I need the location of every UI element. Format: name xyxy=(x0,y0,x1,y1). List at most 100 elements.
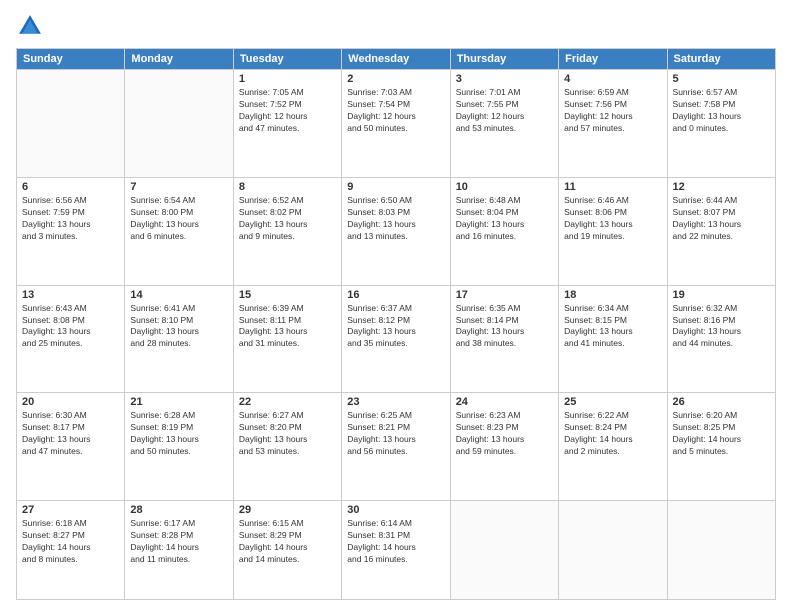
day-info: Sunrise: 6:46 AM Sunset: 8:06 PM Dayligh… xyxy=(564,195,661,243)
day-cell: 16Sunrise: 6:37 AM Sunset: 8:12 PM Dayli… xyxy=(342,285,450,393)
day-cell: 14 Sunrise: 6:41 AM Sunset: 8:10 PM Dayli… xyxy=(125,285,233,393)
day-info: Sunrise: 7:03 AM Sunset: 7:54 PM Dayligh… xyxy=(347,87,444,135)
day-cell: 18 Sunrise: 6:34 AM Sunset: 8:15 PM Dayli… xyxy=(559,285,667,393)
week-row-1: 1 Sunrise: 7:05 AM Sunset: 7:52 PM Daylig… xyxy=(17,70,776,178)
week-row-2: 6Sunrise: 6:56 AM Sunset: 7:59 PM Daylig… xyxy=(17,177,776,285)
day-info: Sunrise: 6:15 AM Sunset: 8:29 PM Dayligh… xyxy=(239,518,336,566)
weekday-header-friday: Friday xyxy=(559,49,667,70)
day-number: 4 xyxy=(564,73,661,85)
day-number: 12 xyxy=(673,181,770,193)
day-number: 24 xyxy=(456,396,553,408)
day-info: Sunrise: 6:22 AM Sunset: 8:24 PM Dayligh… xyxy=(564,410,661,458)
day-info: Sunrise: 6:37 AM Sunset: 8:12 PM Dayligh… xyxy=(347,303,444,351)
weekday-header-thursday: Thursday xyxy=(450,49,558,70)
day-cell xyxy=(125,70,233,178)
day-cell: 24 Sunrise: 6:23 AM Sunset: 8:23 PM Dayli… xyxy=(450,393,558,501)
day-cell: 3Sunrise: 7:01 AM Sunset: 7:55 PM Daylig… xyxy=(450,70,558,178)
day-number: 3 xyxy=(456,73,553,85)
day-number: 17 xyxy=(456,289,553,301)
day-info: Sunrise: 7:05 AM Sunset: 7:52 PM Dayligh… xyxy=(239,87,336,135)
week-row-3: 13Sunrise: 6:43 AM Sunset: 8:08 PM Dayli… xyxy=(17,285,776,393)
day-cell: 13Sunrise: 6:43 AM Sunset: 8:08 PM Dayli… xyxy=(17,285,125,393)
day-cell: 2 Sunrise: 7:03 AM Sunset: 7:54 PM Daylig… xyxy=(342,70,450,178)
day-cell: 7 Sunrise: 6:54 AM Sunset: 8:00 PM Daylig… xyxy=(125,177,233,285)
day-cell: 20 Sunrise: 6:30 AM Sunset: 8:17 PM Dayli… xyxy=(17,393,125,501)
day-cell xyxy=(559,501,667,600)
day-number: 18 xyxy=(564,289,661,301)
logo xyxy=(16,12,48,40)
day-info: Sunrise: 6:23 AM Sunset: 8:23 PM Dayligh… xyxy=(456,410,553,458)
day-cell: 27 Sunrise: 6:18 AM Sunset: 8:27 PM Dayli… xyxy=(17,501,125,600)
weekday-header-wednesday: Wednesday xyxy=(342,49,450,70)
day-cell xyxy=(17,70,125,178)
week-row-4: 20 Sunrise: 6:30 AM Sunset: 8:17 PM Dayli… xyxy=(17,393,776,501)
day-info: Sunrise: 6:35 AM Sunset: 8:14 PM Dayligh… xyxy=(456,303,553,351)
day-info: Sunrise: 6:25 AM Sunset: 8:21 PM Dayligh… xyxy=(347,410,444,458)
day-cell: 19 Sunrise: 6:32 AM Sunset: 8:16 PM Dayli… xyxy=(667,285,775,393)
day-number: 27 xyxy=(22,504,119,516)
day-number: 23 xyxy=(347,396,444,408)
day-cell: 11 Sunrise: 6:46 AM Sunset: 8:06 PM Dayli… xyxy=(559,177,667,285)
header xyxy=(16,12,776,40)
day-cell: 4 Sunrise: 6:59 AM Sunset: 7:56 PM Daylig… xyxy=(559,70,667,178)
day-number: 30 xyxy=(347,504,444,516)
day-cell xyxy=(667,501,775,600)
day-cell: 9Sunrise: 6:50 AM Sunset: 8:03 PM Daylig… xyxy=(342,177,450,285)
day-cell: 1 Sunrise: 7:05 AM Sunset: 7:52 PM Daylig… xyxy=(233,70,341,178)
day-cell: 29 Sunrise: 6:15 AM Sunset: 8:29 PM Dayli… xyxy=(233,501,341,600)
day-info: Sunrise: 6:27 AM Sunset: 8:20 PM Dayligh… xyxy=(239,410,336,458)
day-cell: 5 Sunrise: 6:57 AM Sunset: 7:58 PM Daylig… xyxy=(667,70,775,178)
day-info: Sunrise: 6:54 AM Sunset: 8:00 PM Dayligh… xyxy=(130,195,227,243)
week-row-5: 27 Sunrise: 6:18 AM Sunset: 8:27 PM Dayli… xyxy=(17,501,776,600)
day-info: Sunrise: 6:43 AM Sunset: 8:08 PM Dayligh… xyxy=(22,303,119,351)
day-number: 11 xyxy=(564,181,661,193)
day-cell: 15Sunrise: 6:39 AM Sunset: 8:11 PM Dayli… xyxy=(233,285,341,393)
day-number: 22 xyxy=(239,396,336,408)
day-number: 10 xyxy=(456,181,553,193)
day-cell: 8Sunrise: 6:52 AM Sunset: 8:02 PM Daylig… xyxy=(233,177,341,285)
calendar: SundayMondayTuesdayWednesdayThursdayFrid… xyxy=(16,48,776,600)
day-number: 8 xyxy=(239,181,336,193)
day-info: Sunrise: 6:59 AM Sunset: 7:56 PM Dayligh… xyxy=(564,87,661,135)
day-info: Sunrise: 6:28 AM Sunset: 8:19 PM Dayligh… xyxy=(130,410,227,458)
weekday-header-saturday: Saturday xyxy=(667,49,775,70)
day-cell: 12 Sunrise: 6:44 AM Sunset: 8:07 PM Dayli… xyxy=(667,177,775,285)
day-info: Sunrise: 6:48 AM Sunset: 8:04 PM Dayligh… xyxy=(456,195,553,243)
day-cell: 22 Sunrise: 6:27 AM Sunset: 8:20 PM Dayli… xyxy=(233,393,341,501)
day-number: 20 xyxy=(22,396,119,408)
day-info: Sunrise: 6:44 AM Sunset: 8:07 PM Dayligh… xyxy=(673,195,770,243)
day-number: 26 xyxy=(673,396,770,408)
day-number: 14 xyxy=(130,289,227,301)
day-info: Sunrise: 6:39 AM Sunset: 8:11 PM Dayligh… xyxy=(239,303,336,351)
day-cell: 25Sunrise: 6:22 AM Sunset: 8:24 PM Dayli… xyxy=(559,393,667,501)
day-info: Sunrise: 6:18 AM Sunset: 8:27 PM Dayligh… xyxy=(22,518,119,566)
day-cell: 6Sunrise: 6:56 AM Sunset: 7:59 PM Daylig… xyxy=(17,177,125,285)
day-info: Sunrise: 6:57 AM Sunset: 7:58 PM Dayligh… xyxy=(673,87,770,135)
day-number: 29 xyxy=(239,504,336,516)
day-info: Sunrise: 6:14 AM Sunset: 8:31 PM Dayligh… xyxy=(347,518,444,566)
page: SundayMondayTuesdayWednesdayThursdayFrid… xyxy=(0,0,792,612)
day-info: Sunrise: 6:56 AM Sunset: 7:59 PM Dayligh… xyxy=(22,195,119,243)
day-number: 21 xyxy=(130,396,227,408)
day-info: Sunrise: 6:32 AM Sunset: 8:16 PM Dayligh… xyxy=(673,303,770,351)
day-number: 7 xyxy=(130,181,227,193)
day-number: 2 xyxy=(347,73,444,85)
day-cell: 10 Sunrise: 6:48 AM Sunset: 8:04 PM Dayli… xyxy=(450,177,558,285)
day-cell: 23 Sunrise: 6:25 AM Sunset: 8:21 PM Dayli… xyxy=(342,393,450,501)
day-cell: 26 Sunrise: 6:20 AM Sunset: 8:25 PM Dayli… xyxy=(667,393,775,501)
day-info: Sunrise: 6:30 AM Sunset: 8:17 PM Dayligh… xyxy=(22,410,119,458)
day-info: Sunrise: 6:17 AM Sunset: 8:28 PM Dayligh… xyxy=(130,518,227,566)
day-info: Sunrise: 6:41 AM Sunset: 8:10 PM Dayligh… xyxy=(130,303,227,351)
day-info: Sunrise: 6:20 AM Sunset: 8:25 PM Dayligh… xyxy=(673,410,770,458)
day-cell: 28Sunrise: 6:17 AM Sunset: 8:28 PM Dayli… xyxy=(125,501,233,600)
day-number: 19 xyxy=(673,289,770,301)
day-number: 9 xyxy=(347,181,444,193)
weekday-header-tuesday: Tuesday xyxy=(233,49,341,70)
day-cell: 17 Sunrise: 6:35 AM Sunset: 8:14 PM Dayli… xyxy=(450,285,558,393)
day-number: 5 xyxy=(673,73,770,85)
day-number: 1 xyxy=(239,73,336,85)
day-info: Sunrise: 6:34 AM Sunset: 8:15 PM Dayligh… xyxy=(564,303,661,351)
weekday-header-sunday: Sunday xyxy=(17,49,125,70)
day-cell: 21 Sunrise: 6:28 AM Sunset: 8:19 PM Dayli… xyxy=(125,393,233,501)
weekday-header-monday: Monday xyxy=(125,49,233,70)
